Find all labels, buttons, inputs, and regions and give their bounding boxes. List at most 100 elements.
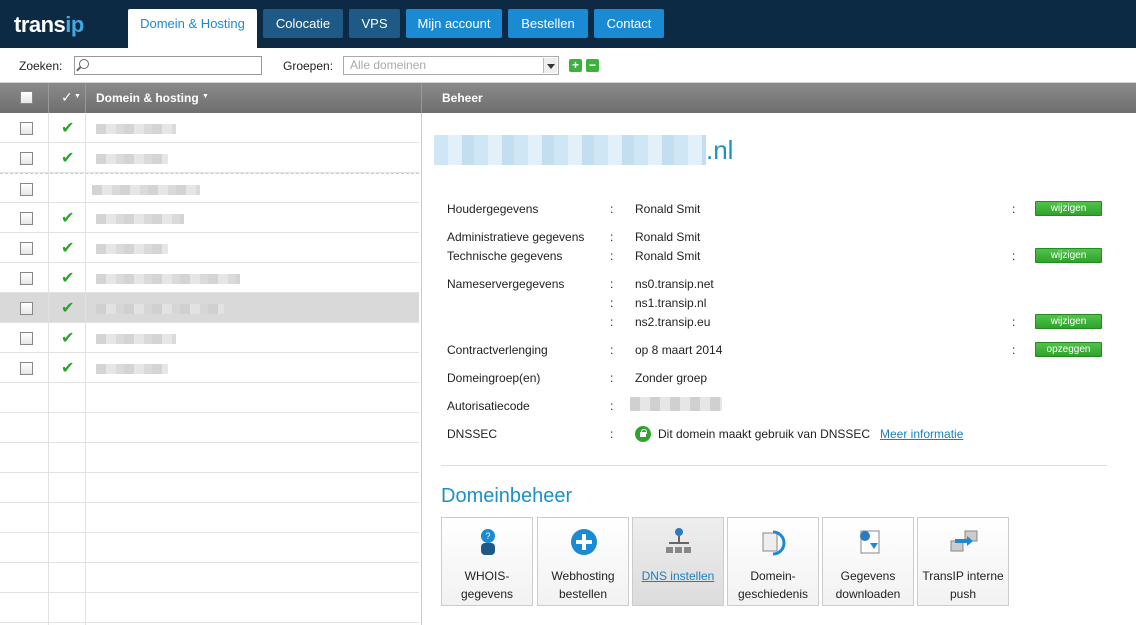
contract-value: op 8 maart 2014 <box>635 343 723 357</box>
blurred-domain <box>96 124 176 134</box>
list-item[interactable]: ✔ <box>0 113 419 143</box>
internal-push-button[interactable]: TransIP interne push <box>917 517 1009 606</box>
contacts-change-button[interactable]: wijzigen <box>1035 248 1102 263</box>
add-group-button[interactable]: + <box>569 59 582 72</box>
separator: : <box>610 315 614 329</box>
transip-logo[interactable]: transip <box>14 12 84 38</box>
nameserver-change-button[interactable]: wijzigen <box>1035 314 1102 329</box>
list-item-selected[interactable]: ✔ <box>0 293 419 323</box>
separator: : <box>1012 315 1016 329</box>
logo-text-ip: ip <box>65 12 84 37</box>
row-checkbox[interactable] <box>20 362 33 375</box>
tab-colocatie[interactable]: Colocatie <box>263 9 343 38</box>
whois-button[interactable]: ? WHOIS-gegevens <box>441 517 533 606</box>
list-item[interactable]: ✔ <box>0 353 419 383</box>
tile-label: gegevens <box>460 587 514 601</box>
top-navigation-bar: transip Domein & Hosting Colocatie VPS M… <box>0 0 1136 48</box>
list-item[interactable]: ✔ <box>0 263 419 293</box>
tile-label: WHOIS- <box>464 569 510 583</box>
webhosting-button[interactable]: Webhosting bestellen <box>537 517 629 606</box>
blurred-domain <box>96 274 240 284</box>
row-checkbox[interactable] <box>20 242 33 255</box>
check-sort-icon[interactable]: ▼ <box>74 93 81 100</box>
remove-group-button[interactable]: − <box>586 59 599 72</box>
list-item-empty <box>0 473 419 503</box>
tile-label: TransIP interne <box>922 569 1004 583</box>
check-icon: ✔ <box>61 270 75 287</box>
separator: : <box>610 249 614 263</box>
list-divider <box>85 113 86 625</box>
row-checkbox[interactable] <box>20 122 33 135</box>
row-checkbox[interactable] <box>20 272 33 285</box>
search-input[interactable] <box>74 56 262 75</box>
list-item[interactable]: ✔ <box>0 233 419 263</box>
row-checkbox[interactable] <box>20 302 33 315</box>
dns-settings-button[interactable]: DNS instellen <box>632 517 724 606</box>
domain-title-suffix: .nl <box>706 135 734 165</box>
column-header-bar: ✓ ▼ Domein & hosting ▼ Beheer <box>0 83 1136 113</box>
list-item[interactable]: ✔ <box>0 143 419 173</box>
check-icon: ✔ <box>61 120 75 137</box>
blurred-domain <box>96 364 168 374</box>
tile-label: geschiedenis <box>737 587 809 601</box>
domain-history-button[interactable]: Domein-geschiedenis <box>727 517 819 606</box>
tile-label: Webhosting <box>551 569 615 583</box>
blurred-auth-code <box>630 397 722 411</box>
lock-icon <box>635 426 651 442</box>
select-all-checkbox[interactable] <box>20 91 33 104</box>
nameserver-1: ns0.transip.net <box>635 277 714 291</box>
chevron-down-icon[interactable] <box>543 58 557 73</box>
list-item-empty <box>0 563 419 593</box>
domain-column-header[interactable]: Domein & hosting <box>96 91 199 105</box>
list-item-empty <box>0 383 419 413</box>
sort-icon[interactable]: ▼ <box>202 93 209 100</box>
more-info-link[interactable]: Meer informatie <box>880 427 963 441</box>
tile-label: downloaden <box>835 587 901 601</box>
section-title: Domeinbeheer <box>441 485 573 507</box>
tab-domein-hosting[interactable]: Domein & Hosting <box>128 9 257 48</box>
blurred-domain <box>96 214 184 224</box>
row-checkbox[interactable] <box>20 152 33 165</box>
row-checkbox[interactable] <box>20 183 33 196</box>
search-label: Zoeken: <box>19 59 63 73</box>
tech-label: Technische gegevens <box>447 249 563 263</box>
check-icon: ✔ <box>61 330 75 347</box>
tab-bestellen[interactable]: Bestellen <box>508 9 588 38</box>
tab-vps[interactable]: VPS <box>349 9 400 38</box>
domain-detail-panel: .nl Houdergegevens : Ronald Smit : wijzi… <box>421 113 1136 625</box>
list-item[interactable] <box>0 173 419 203</box>
tile-label: bestellen <box>558 587 608 601</box>
list-item[interactable]: ✔ <box>0 203 419 233</box>
group-value: Zonder groep <box>635 371 708 385</box>
search-icon <box>79 59 89 69</box>
blurred-domain <box>96 244 168 254</box>
blurred-domain <box>96 304 224 314</box>
download-data-button[interactable]: Gegevens downloaden <box>822 517 914 606</box>
nameserver-label: Nameservergegevens <box>447 277 565 291</box>
cancel-contract-button[interactable]: opzeggen <box>1035 342 1102 357</box>
check-icon: ✔ <box>61 240 75 257</box>
tab-mijn-account[interactable]: Mijn account <box>406 9 502 38</box>
search-toolbar: Zoeken: Groepen: Alle domeinen <box>0 48 1136 83</box>
blurred-domain-name <box>434 135 706 165</box>
holder-change-button[interactable]: wijzigen <box>1035 201 1102 216</box>
nameserver-3: ns2.transip.eu <box>635 315 711 329</box>
row-checkbox[interactable] <box>20 212 33 225</box>
groups-select[interactable]: Alle domeinen <box>343 56 559 75</box>
list-item[interactable]: ✔ <box>0 323 419 353</box>
check-column-header[interactable]: ✓ <box>61 89 73 106</box>
check-icon: ✔ <box>61 150 75 167</box>
row-checkbox[interactable] <box>20 332 33 345</box>
list-item-empty <box>0 503 419 533</box>
groups-selected-value: Alle domeinen <box>350 58 427 72</box>
separator: : <box>610 427 614 441</box>
separator: : <box>1012 343 1016 357</box>
tile-label: DNS instellen <box>641 569 715 583</box>
tab-contact[interactable]: Contact <box>594 9 664 38</box>
check-icon: ✔ <box>61 360 75 377</box>
tech-value: Ronald Smit <box>635 249 701 263</box>
tile-label: Gegevens <box>840 569 896 583</box>
blurred-domain <box>96 154 168 164</box>
separator: : <box>610 343 614 357</box>
holder-label: Houdergegevens <box>447 202 539 216</box>
